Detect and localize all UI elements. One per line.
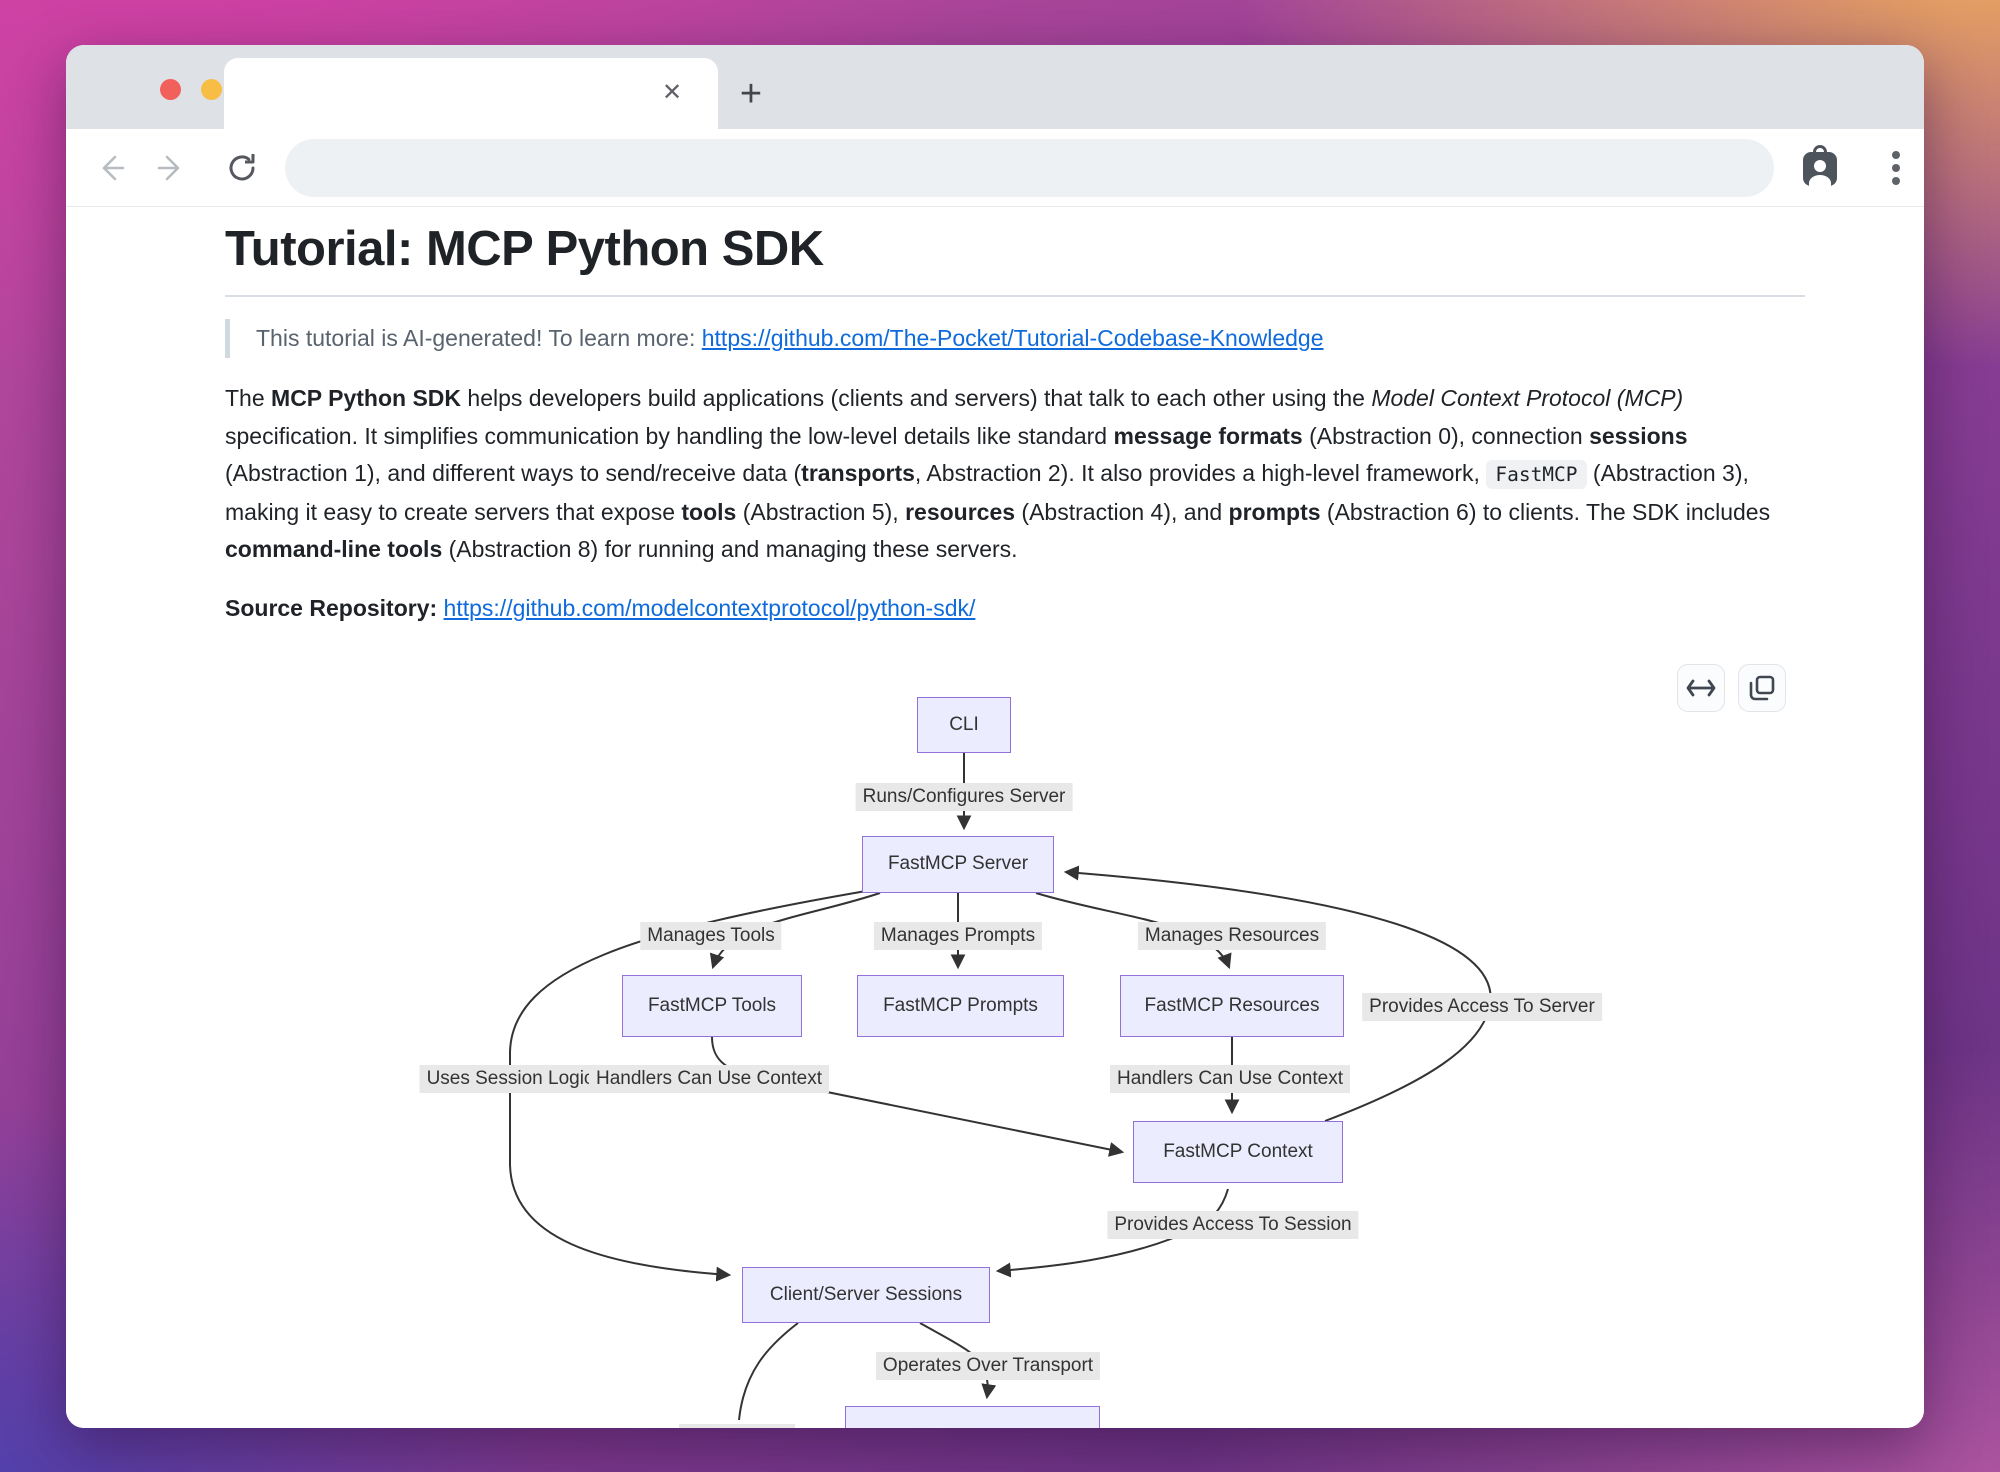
reload-icon (224, 150, 260, 186)
diagram-copy-button[interactable] (1738, 664, 1786, 712)
intro-segment: transports (801, 460, 915, 486)
copy-icon (1749, 675, 1775, 701)
intro-paragraph: The MCP Python SDK helps developers buil… (225, 380, 1806, 569)
kebab-menu-icon (1891, 149, 1901, 187)
title-divider (225, 295, 1805, 297)
page-title: Tutorial: MCP Python SDK (225, 221, 1805, 277)
intro-segment: , Abstraction 2). It also provides a hig… (915, 460, 1486, 486)
intro-segment: (Abstraction 8) for running and managing… (442, 536, 1017, 562)
intro-segment: MCP Python SDK (271, 385, 461, 411)
intro-segment: resources (905, 499, 1015, 525)
tab-strip: ✕ + (66, 45, 1924, 129)
intro-segment: tools (681, 499, 736, 525)
intro-segment: (Abstraction 4), and (1015, 499, 1229, 525)
window-minimize-button[interactable] (201, 79, 222, 100)
desktop-background: { "browser": { "tab_close_glyph": "✕", "… (0, 0, 2000, 1472)
browser-tab[interactable]: ✕ (224, 58, 718, 129)
intro-segment: helps developers build applications (cli… (461, 385, 1371, 411)
browser-window: ✕ + (66, 45, 1924, 1428)
source-repository-label: Source Repository: (225, 595, 444, 621)
browser-menu-button[interactable] (1874, 129, 1918, 207)
intro-segment: specification. It simplifies communicati… (225, 423, 1114, 449)
new-tab-button[interactable]: + (730, 74, 772, 116)
intro-segment: Model Context Protocol (MCP) (1371, 385, 1683, 411)
back-arrow-icon (93, 151, 127, 185)
intro-segment: (Abstraction 6) to clients. The SDK incl… (1321, 499, 1771, 525)
intro-segment: sessions (1589, 423, 1687, 449)
intro-segment: FastMCP (1486, 460, 1586, 489)
forward-button[interactable] (150, 129, 194, 207)
window-close-button[interactable] (160, 79, 181, 100)
callout-text: This tutorial is AI-generated! To learn … (256, 325, 702, 351)
profile-button[interactable] (1797, 129, 1843, 207)
address-bar-input[interactable] (285, 139, 1774, 197)
back-button[interactable] (88, 129, 132, 207)
source-repository-line: Source Repository: https://github.com/mo… (225, 595, 1805, 622)
callout-link[interactable]: https://github.com/The-Pocket/Tutorial-C… (702, 325, 1324, 351)
profile-badge-icon (1799, 145, 1841, 191)
intro-segment: The (225, 385, 271, 411)
intro-segment: message formats (1114, 423, 1303, 449)
intro-segment: command-line tools (225, 536, 442, 562)
tab-close-icon[interactable]: ✕ (656, 77, 688, 109)
ai-generated-callout: This tutorial is AI-generated! To learn … (225, 319, 1805, 358)
intro-segment: prompts (1229, 499, 1321, 525)
browser-toolbar (66, 129, 1924, 207)
reload-button[interactable] (218, 129, 266, 207)
source-repo-link[interactable]: https://github.com/modelcontextprotocol/… (444, 595, 976, 621)
page-content: Tutorial: MCP Python SDK This tutorial i… (66, 207, 1924, 1428)
diagram-expand-button[interactable] (1677, 664, 1725, 712)
expand-horizontal-icon (1686, 677, 1716, 699)
intro-segment: (Abstraction 5), (736, 499, 905, 525)
intro-segment: (Abstraction 1), and different ways to s… (225, 460, 801, 486)
forward-arrow-icon (155, 151, 189, 185)
intro-segment: (Abstraction 0), connection (1303, 423, 1589, 449)
